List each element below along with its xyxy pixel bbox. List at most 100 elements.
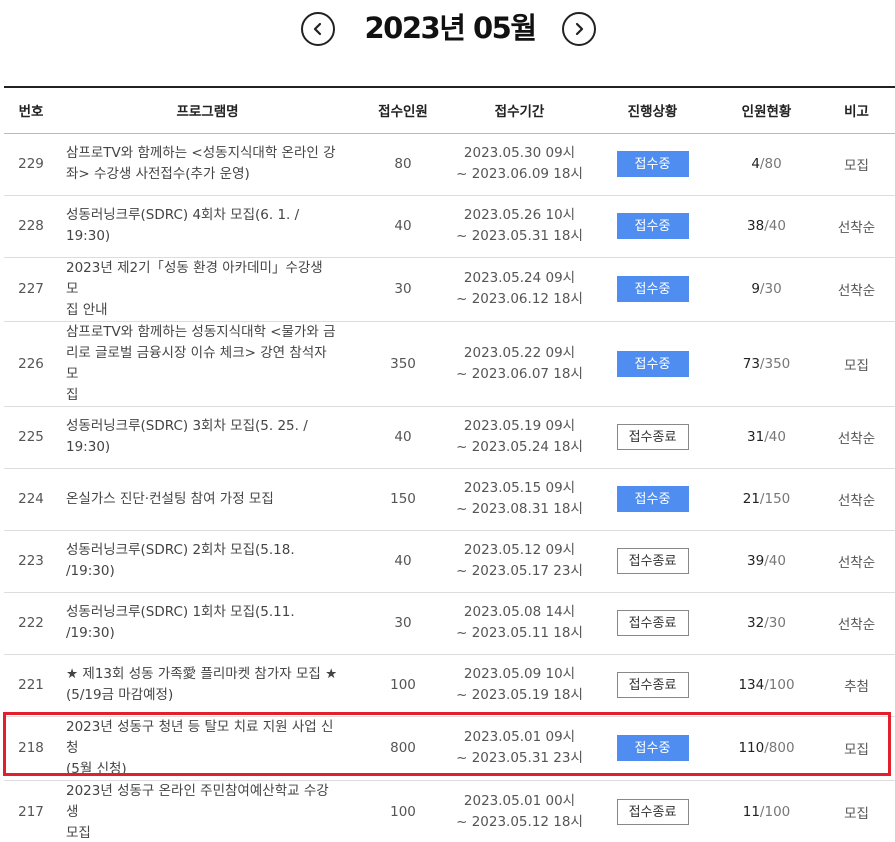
- program-title[interactable]: 성동러닝크루(SDRC) 3회차 모집(5. 25. / 19:30): [58, 406, 357, 469]
- table-row[interactable]: 229 삼프로TV와 함께하는 <성동지식대학 온라인 강 좌> 수강생 사전접수(…: [4, 133, 895, 196]
- program-title-line[interactable]: (5/19금 마감예정): [66, 685, 339, 706]
- program-title-line[interactable]: 성동러닝크루(SDRC) 4회차 모집(6. 1. / 19:30): [66, 205, 339, 247]
- table-row[interactable]: 223 성동러닝크루(SDRC) 2회차 모집(5.18. /19:30) 40 20…: [4, 530, 895, 593]
- program-title-line[interactable]: 집 안내: [66, 300, 339, 321]
- status-badge[interactable]: 접수종료: [616, 799, 689, 825]
- month-title: 2023년 05월: [364, 11, 537, 45]
- program-title[interactable]: 2023년 제2기「성동 환경 아카데미」수강생 모집 안내: [58, 257, 357, 322]
- table-row[interactable]: 227 2023년 제2기「성동 환경 아카데미」수강생 모집 안내 30 2023.…: [4, 257, 895, 322]
- program-title-line[interactable]: 집: [66, 385, 339, 406]
- table-row[interactable]: 226 삼프로TV와 함께하는 성동지식대학 <물가와 금 리로 글로벌 금융시장 …: [4, 321, 895, 407]
- capacity: 40: [357, 195, 449, 258]
- program-table: 번호 프로그램명 접수인원 접수기간 진행상황 인원현황 비고 229 삼프로TV…: [4, 86, 895, 842]
- note: 선착순: [818, 406, 895, 469]
- program-title-line[interactable]: (5월 신청): [66, 759, 339, 780]
- enrollment-count: 39/40: [715, 530, 818, 593]
- program-title-line[interactable]: ★ 제13회 성동 가족愛 플리마켓 참가자 모집 ★: [66, 664, 339, 685]
- row-number: 217: [4, 780, 58, 842]
- program-title-line[interactable]: 2023년 성동구 청년 등 탈모 치료 지원 사업 신청: [66, 717, 339, 759]
- status-badge[interactable]: 접수종료: [616, 424, 689, 450]
- table-row[interactable]: 224 온실가스 진단·컨설팅 참여 가정 모집 150 2023.05.15 09시…: [4, 468, 895, 531]
- program-title-line[interactable]: 삼프로TV와 함께하는 <성동지식대학 온라인 강: [66, 143, 339, 164]
- program-title[interactable]: 성동러닝크루(SDRC) 1회차 모집(5.11. /19:30): [58, 592, 357, 655]
- chevron-left-icon: [313, 22, 322, 36]
- period-end: ~ 2023.06.09 18시: [456, 166, 583, 182]
- period-start: 2023.05.01 00시: [463, 793, 576, 809]
- period-start: 2023.05.15 09시: [463, 480, 576, 496]
- table-row[interactable]: 228 성동러닝크루(SDRC) 4회차 모집(6. 1. / 19:30) 40 2…: [4, 195, 895, 258]
- month-navigation: 2023년 05월: [0, 0, 895, 62]
- capacity: 80: [357, 133, 449, 196]
- table-row[interactable]: 221 ★ 제13회 성동 가족愛 플리마켓 참가자 모집 ★ (5/19금 마감예…: [4, 654, 895, 717]
- status-badge[interactable]: 접수종료: [616, 672, 689, 698]
- program-title[interactable]: ★ 제13회 성동 가족愛 플리마켓 참가자 모집 ★ (5/19금 마감예정): [58, 654, 357, 717]
- program-title[interactable]: 2023년 성동구 온라인 주민참여예산학교 수강생 모집: [58, 780, 357, 842]
- next-month-button[interactable]: [562, 12, 596, 46]
- status-badge[interactable]: 접수중: [616, 213, 689, 239]
- status-badge[interactable]: 접수중: [616, 151, 689, 177]
- enrollment-total: 40: [768, 553, 786, 569]
- program-title-line[interactable]: 좌> 수강생 사전접수(추가 운영): [66, 164, 339, 185]
- program-title[interactable]: 성동러닝크루(SDRC) 2회차 모집(5.18. /19:30): [58, 530, 357, 593]
- note: 선착순: [818, 257, 895, 322]
- row-number: 218: [4, 716, 58, 781]
- row-number: 225: [4, 406, 58, 469]
- enrollment-current: 39: [747, 553, 765, 569]
- enrollment-count: 110/800: [715, 716, 818, 781]
- capacity: 800: [357, 716, 449, 781]
- table-row[interactable]: 218 2023년 성동구 청년 등 탈모 치료 지원 사업 신청 (5월 신청) 8…: [4, 716, 895, 781]
- program-title[interactable]: 삼프로TV와 함께하는 <성동지식대학 온라인 강 좌> 수강생 사전접수(추가 …: [58, 133, 357, 196]
- period-start: 2023.05.01 09시: [463, 729, 576, 745]
- program-title[interactable]: 2023년 성동구 청년 등 탈모 치료 지원 사업 신청 (5월 신청): [58, 716, 357, 781]
- row-number: 226: [4, 321, 58, 407]
- note: 선착순: [818, 468, 895, 531]
- note: 선착순: [818, 195, 895, 258]
- enrollment-count: 38/40: [715, 195, 818, 258]
- status-cell: 접수중: [590, 468, 715, 531]
- status-cell: 접수종료: [590, 530, 715, 593]
- status-badge[interactable]: 접수종료: [616, 548, 689, 574]
- status-badge[interactable]: 접수중: [616, 276, 689, 302]
- registration-period: 2023.05.01 00시 ~ 2023.05.12 18시: [449, 780, 590, 842]
- status-badge[interactable]: 접수중: [616, 735, 689, 761]
- table-body: 229 삼프로TV와 함께하는 <성동지식대학 온라인 강 좌> 수강생 사전접수(…: [4, 133, 895, 842]
- enrollment-total: 100: [768, 677, 795, 693]
- table-row[interactable]: 222 성동러닝크루(SDRC) 1회차 모집(5.11. /19:30) 30 20…: [4, 592, 895, 655]
- prev-month-button[interactable]: [301, 12, 335, 46]
- status-badge[interactable]: 접수중: [616, 486, 689, 512]
- row-number: 222: [4, 592, 58, 655]
- column-header-capacity: 접수인원: [357, 86, 449, 134]
- enrollment-total: 80: [764, 156, 782, 172]
- capacity: 40: [357, 530, 449, 593]
- enrollment-current: 21: [742, 491, 760, 507]
- enrollment-total: 150: [764, 491, 791, 507]
- program-title[interactable]: 온실가스 진단·컨설팅 참여 가정 모집: [58, 468, 357, 531]
- program-title-line[interactable]: 온실가스 진단·컨설팅 참여 가정 모집: [66, 489, 339, 510]
- enrollment-total: 350: [764, 355, 791, 372]
- column-header-enrollment: 인원현황: [715, 86, 818, 134]
- program-title-line[interactable]: 성동러닝크루(SDRC) 3회차 모집(5. 25. / 19:30): [66, 416, 339, 458]
- capacity: 100: [357, 654, 449, 717]
- program-title-line[interactable]: 삼프로TV와 함께하는 성동지식대학 <물가와 금: [66, 322, 339, 343]
- table-row[interactable]: 225 성동러닝크루(SDRC) 3회차 모집(5. 25. / 19:30) 40…: [4, 406, 895, 469]
- program-title-line[interactable]: 2023년 성동구 온라인 주민참여예산학교 수강생: [66, 781, 339, 823]
- program-title-line[interactable]: 2023년 제2기「성동 환경 아카데미」수강생 모: [66, 258, 339, 300]
- column-header-program-name: 프로그램명: [58, 86, 357, 134]
- table-row[interactable]: 217 2023년 성동구 온라인 주민참여예산학교 수강생 모집 100 2023.0…: [4, 780, 895, 842]
- row-number: 227: [4, 257, 58, 322]
- status-badge[interactable]: 접수종료: [616, 610, 689, 636]
- program-title[interactable]: 삼프로TV와 함께하는 성동지식대학 <물가와 금 리로 글로벌 금융시장 이슈 …: [58, 321, 357, 407]
- status-badge[interactable]: 접수중: [616, 350, 689, 377]
- registration-period: 2023.05.15 09시 ~ 2023.08.31 18시: [449, 468, 590, 531]
- program-title-line[interactable]: 성동러닝크루(SDRC) 2회차 모집(5.18. /19:30): [66, 540, 339, 582]
- status-cell: 접수중: [590, 321, 715, 407]
- status-cell: 접수종료: [590, 592, 715, 655]
- enrollment-count: 134/100: [715, 654, 818, 717]
- status-cell: 접수중: [590, 133, 715, 196]
- program-title-line[interactable]: 리로 글로벌 금융시장 이슈 체크> 강연 참석자 모: [66, 343, 339, 385]
- program-title-line[interactable]: 성동러닝크루(SDRC) 1회차 모집(5.11. /19:30): [66, 602, 339, 644]
- enrollment-current: 31: [747, 429, 765, 445]
- enrollment-count: 32/30: [715, 592, 818, 655]
- program-title-line[interactable]: 모집: [66, 823, 339, 842]
- program-title[interactable]: 성동러닝크루(SDRC) 4회차 모집(6. 1. / 19:30): [58, 195, 357, 258]
